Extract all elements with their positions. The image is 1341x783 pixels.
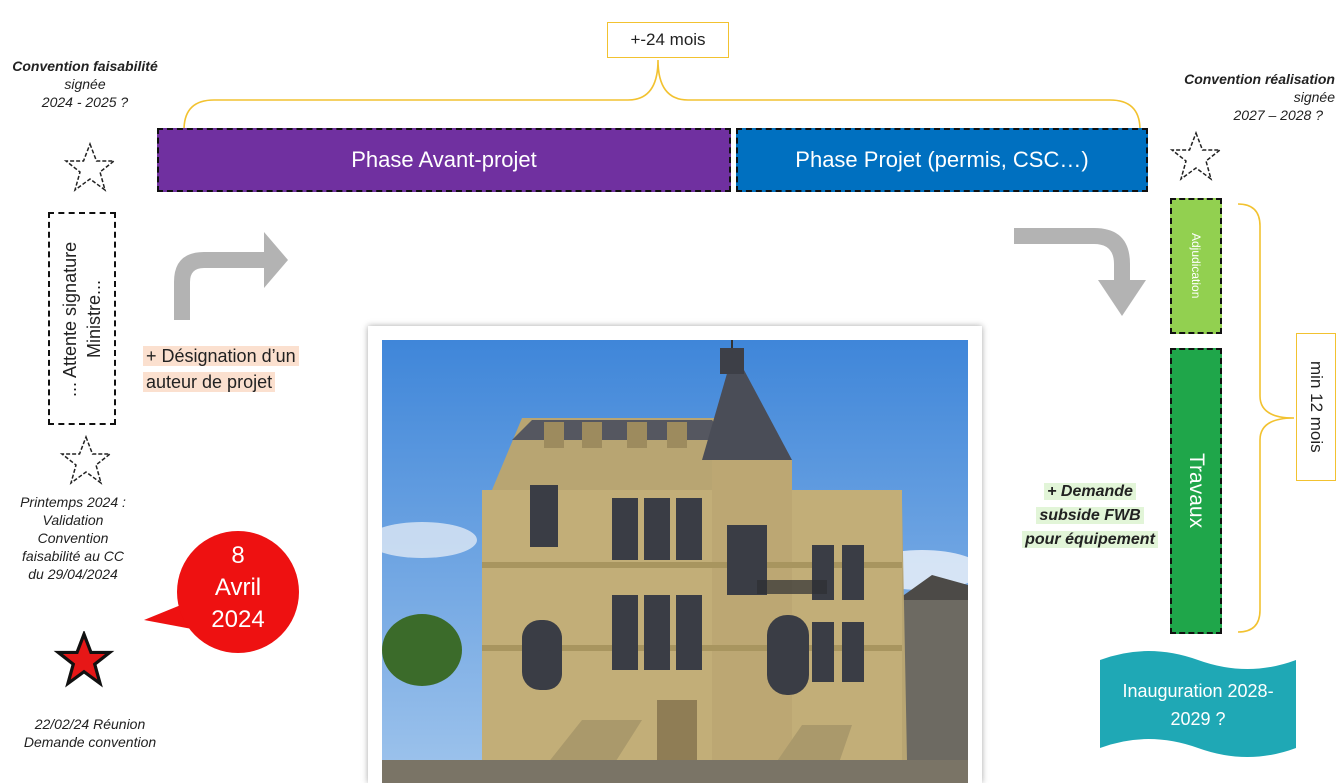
convention-realisation-note: Convention réalisation signée 2027 – 202… — [1180, 70, 1335, 124]
waiting-signature-text: ... Attente signature Ministre... — [60, 240, 104, 397]
building-photo — [368, 326, 982, 783]
curved-arrow-down-right-icon — [1014, 228, 1146, 316]
subsidy-note: + Demande subside FWB pour équipement — [1020, 480, 1160, 552]
right-bracket — [1237, 203, 1295, 633]
convention-faisabilite-bold: Convention faisabilité — [12, 58, 158, 74]
convention-faisabilite-rest: signée — [64, 76, 106, 92]
designation-note-text: + Désignation d’un auteur de projet — [143, 346, 299, 392]
star-filled-icon — [53, 631, 115, 688]
adjudication-label: Adjudication — [1189, 233, 1203, 299]
date-bubble-text: 8 Avril 2024 — [178, 540, 298, 636]
waiting-signature-box: ... Attente signature Ministre... — [48, 212, 116, 425]
phase-avant-projet-label: Phase Avant-projet — [351, 147, 537, 172]
travaux-box: Travaux — [1170, 348, 1222, 634]
convention-realisation-rest: signée — [1293, 89, 1335, 105]
convention-faisabilite-note: Convention faisabilité signée 2024 - 202… — [10, 57, 160, 111]
duration-label-text: +-24 mois — [630, 30, 706, 49]
star-outline-icon — [59, 434, 113, 485]
star-outline-icon — [63, 141, 117, 192]
adjudication-box: Adjudication — [1170, 198, 1222, 334]
convention-faisabilite-dates: 2024 - 2025 ? — [41, 94, 129, 110]
travaux-label: Travaux — [1185, 453, 1208, 529]
min-duration-label: min 12 mois — [1307, 361, 1326, 453]
date-month: Avril — [214, 574, 262, 601]
convention-realisation-dates: 2027 – 2028 ? — [1233, 107, 1323, 123]
phase-avant-projet: Phase Avant-projet — [157, 128, 731, 192]
building-illustration — [382, 340, 968, 783]
curved-arrow-up-right-icon — [174, 232, 288, 320]
spring-validation-note: Printemps 2024 : Validation Convention f… — [20, 494, 126, 582]
designation-note: + Désignation d’un auteur de projet — [143, 343, 311, 395]
duration-label: +-24 mois — [607, 22, 729, 58]
meeting-note: 22/02/24 Réunion Demande convention — [23, 716, 157, 750]
top-bracket — [183, 59, 1141, 131]
date-year: 2024 — [211, 606, 265, 633]
date-day: 8 — [231, 542, 245, 569]
phase-projet: Phase Projet (permis, CSC…) — [736, 128, 1148, 192]
inauguration-text: Inauguration 2028-2029 ? — [1122, 681, 1274, 729]
star-outline-icon — [1169, 130, 1223, 181]
convention-realisation-bold: Convention réalisation — [1184, 71, 1335, 87]
phase-projet-label: Phase Projet (permis, CSC…) — [795, 147, 1089, 172]
subsidy-note-text: + Demande subside FWB pour équipement — [1022, 483, 1158, 548]
min-duration-box: min 12 mois — [1296, 333, 1336, 481]
